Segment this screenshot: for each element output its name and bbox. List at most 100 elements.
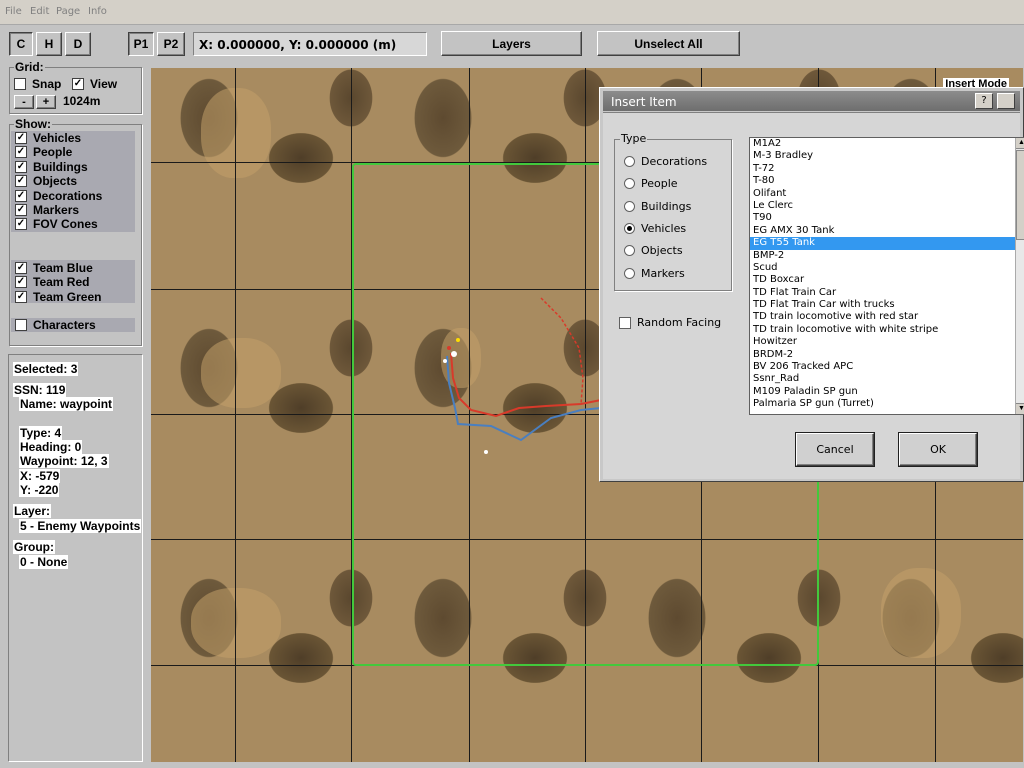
y-value: Y: -220 [19, 483, 60, 497]
snap-checkbox[interactable]: Snap [10, 77, 61, 91]
list-item[interactable]: M1A2 [750, 138, 1024, 150]
team-green-checkbox[interactable]: ✓ Team Green [11, 290, 101, 304]
radio-dot[interactable] [624, 178, 635, 190]
list-item[interactable]: TD train locomotive with white stripe [750, 324, 1024, 336]
grid-title: Grid: [14, 60, 45, 74]
type-radio-buildings[interactable]: Buildings [624, 200, 691, 213]
scroll-down-icon[interactable]: ▼ [1016, 403, 1024, 414]
group-value: 0 - None [19, 555, 69, 569]
radio-label: People [641, 177, 678, 191]
show-title: Show: [14, 117, 52, 131]
menu-bar: File Edit Page Info [0, 0, 1024, 25]
radio-dot[interactable] [624, 156, 635, 167]
list-item[interactable]: T-72 [750, 163, 1024, 175]
list-item[interactable]: BV 206 Tracked APC [750, 361, 1024, 373]
list-item[interactable]: TD Flat Train Car [750, 287, 1024, 299]
listbox-scrollbar[interactable]: ▲ ▼ [1015, 138, 1024, 414]
enemy-path-blue [446, 355, 602, 442]
show-people-checkbox[interactable]: ✓ People [11, 145, 72, 159]
list-item[interactable]: TD train locomotive with red star [750, 311, 1024, 323]
page-p1-button[interactable]: P1 [128, 32, 154, 56]
x-value: X: -579 [19, 469, 61, 483]
view-h-button[interactable]: H [36, 32, 62, 56]
list-item[interactable]: Olifant [750, 188, 1024, 200]
list-item[interactable]: T-80 [750, 175, 1024, 187]
team-red-checkbox[interactable]: ✓ Team Red [11, 275, 89, 289]
checkbox-box[interactable]: ✓ [15, 218, 27, 231]
show-vehicles-checkbox[interactable]: ✓ Vehicles [11, 131, 81, 145]
list-item[interactable]: T90 [750, 212, 1024, 224]
list-item[interactable]: Palmaria SP gun (Turret) [750, 398, 1024, 410]
type-radio-decorations[interactable]: Decorations [624, 155, 707, 168]
menu-edit[interactable]: Edit [30, 6, 49, 17]
page-p2-button[interactable]: P2 [157, 32, 185, 56]
checkbox-label: Team Red [33, 275, 90, 290]
list-item[interactable]: EG T55 Tank [750, 237, 1024, 250]
list-item[interactable]: EG AMX 30 Tank [750, 225, 1024, 237]
view-c-button[interactable]: C [9, 32, 33, 56]
list-item[interactable]: BRDM-2 [750, 349, 1024, 361]
list-item[interactable]: Scud [750, 262, 1024, 274]
dialog-title-bar[interactable]: Insert Item ? [603, 91, 1020, 111]
radio-dot[interactable] [624, 222, 635, 234]
checkbox-box[interactable]: ✓ [15, 204, 27, 216]
random-facing-checkbox-box[interactable] [619, 316, 631, 329]
characters-checkbox[interactable]: Characters [11, 318, 135, 332]
menu-page[interactable]: Page [56, 6, 80, 17]
checkbox-box[interactable]: ✓ [15, 276, 27, 289]
grid-increase-button[interactable]: + [36, 95, 56, 109]
snap-checkbox-box[interactable] [14, 78, 26, 90]
radio-dot[interactable] [624, 200, 635, 212]
menu-info[interactable]: Info [88, 6, 107, 17]
list-item[interactable]: Ssnr_Rad [750, 373, 1024, 385]
cancel-button[interactable]: Cancel [796, 433, 874, 466]
ssn-value: SSN: 119 [13, 383, 67, 397]
show-fov-cones-checkbox[interactable]: ✓ FOV Cones [11, 217, 98, 231]
menu-file[interactable]: File [5, 6, 22, 17]
show-objects-checkbox[interactable]: ✓ Objects [11, 174, 77, 188]
unselect-all-button[interactable]: Unselect All [597, 31, 740, 56]
view-checkbox-box[interactable]: ✓ [72, 78, 84, 90]
waypoint-value: Waypoint: 12, 3 [19, 454, 109, 468]
show-markers-checkbox[interactable]: ✓ Markers [11, 203, 79, 217]
radio-dot[interactable] [624, 267, 635, 279]
checkbox-box[interactable]: ✓ [15, 189, 27, 202]
random-facing-checkbox[interactable]: Random Facing [619, 316, 721, 329]
layer-value: 5 - Enemy Waypoints [19, 519, 142, 533]
list-item[interactable]: M-3 Bradley [750, 150, 1024, 162]
layer-title: Layer: [13, 504, 52, 518]
layers-button[interactable]: Layers [441, 31, 582, 56]
scroll-up-icon[interactable]: ▲ [1016, 138, 1024, 149]
list-item[interactable]: BMP-2 [750, 250, 1024, 262]
team-blue-checkbox[interactable]: ✓ Team Blue [11, 261, 93, 275]
type-radio-markers[interactable]: Markers [624, 267, 685, 280]
view-d-button[interactable]: D [65, 32, 91, 56]
list-item[interactable]: TD Flat Train Car with trucks [750, 299, 1024, 311]
grid-decrease-button[interactable]: - [14, 95, 34, 109]
type-radio-people[interactable]: People [624, 177, 678, 190]
ok-button[interactable]: OK [899, 433, 977, 466]
checkbox-box[interactable]: ✓ [15, 175, 27, 188]
checkbox-box[interactable]: ✓ [15, 132, 27, 144]
type-radio-objects[interactable]: Objects [624, 244, 683, 257]
item-listbox[interactable]: M1A2 M-3 Bradley T-72 T-80 Olifant Le Clerc T9… [749, 137, 1024, 415]
show-decorations-checkbox[interactable]: ✓ Decorations [11, 189, 102, 203]
type-radio-vehicles[interactable]: Vehicles [624, 222, 686, 235]
list-item[interactable]: Le Clerc [750, 200, 1024, 212]
checkbox-box[interactable]: ✓ [15, 160, 27, 173]
enemy-path-red [450, 352, 602, 418]
scroll-thumb[interactable] [1016, 150, 1024, 240]
help-icon[interactable]: ? [975, 93, 993, 109]
list-item[interactable]: Howitzer [750, 336, 1024, 348]
show-buildings-checkbox[interactable]: ✓ Buildings [11, 160, 88, 174]
checkbox-box[interactable]: ✓ [15, 290, 27, 303]
radio-dot[interactable] [624, 245, 635, 257]
waypoint-marker [447, 346, 451, 350]
checkbox-box[interactable]: ✓ [15, 146, 27, 159]
checkbox-box[interactable]: ✓ [15, 262, 27, 274]
characters-checkbox-box[interactable] [15, 319, 27, 331]
close-icon[interactable] [997, 93, 1015, 109]
list-item[interactable]: TD Boxcar [750, 274, 1024, 286]
list-item[interactable]: M109 Paladin SP gun [750, 386, 1024, 398]
view-checkbox[interactable]: ✓ View [68, 77, 117, 91]
